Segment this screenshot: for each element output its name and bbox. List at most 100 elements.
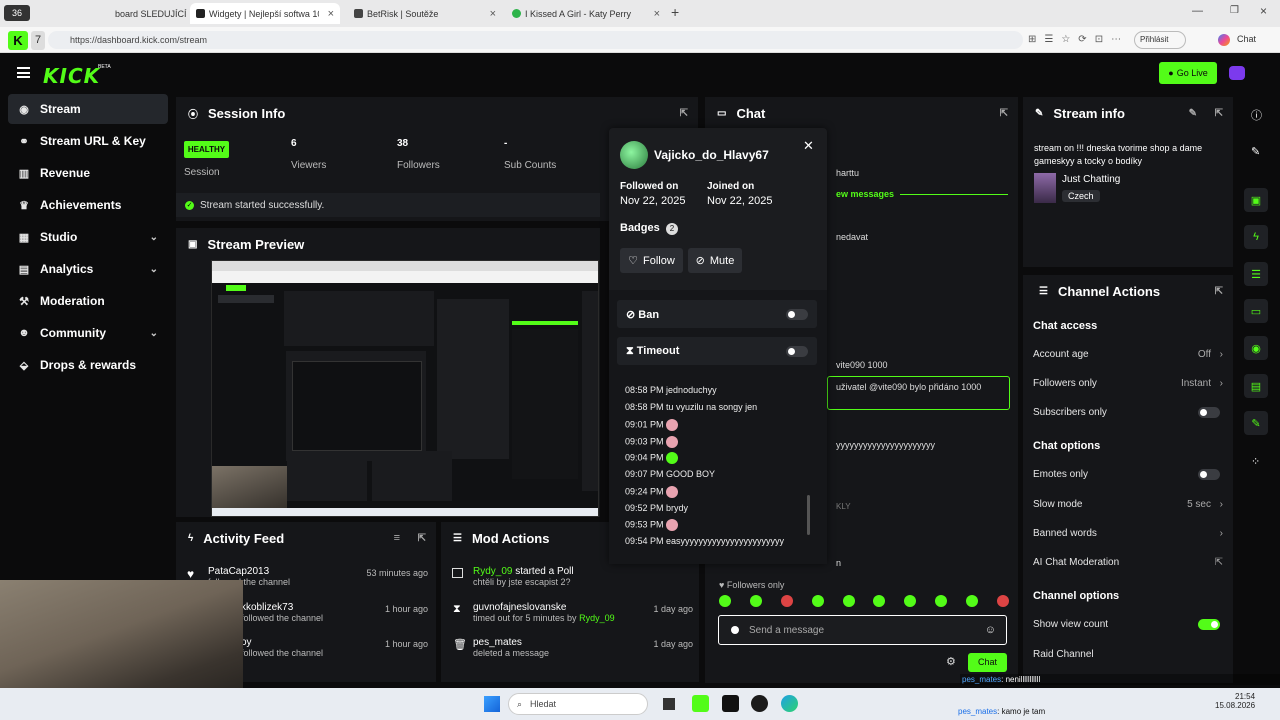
taskbar-search[interactable]: ⌕ Hledat [508,693,648,715]
kick-app-icon[interactable] [692,695,709,712]
emote-icon[interactable] [904,595,917,607]
close-tab-icon[interactable]: × [654,8,660,20]
activity-item[interactable]: oy followed the channel 1 hour ago [241,637,428,658]
slow-mode-row[interactable]: Slow mode 5 sec › [1033,496,1223,512]
go-live-button[interactable]: ● Go Live [1159,62,1217,84]
popout-icon[interactable]: ⇱ [418,533,426,544]
follow-button[interactable]: ♡ Follow [620,248,683,273]
kick-logo[interactable]: KICK [43,64,100,88]
filter-icon[interactable]: ≡ [394,532,400,544]
edit-icon[interactable]: ✎ [1189,108,1197,119]
copilot-label[interactable]: Chat [1237,34,1256,44]
close-tab-icon[interactable]: × [490,8,496,20]
popout-icon[interactable]: ⇱ [1215,108,1223,119]
minimize-icon[interactable]: — [1192,5,1203,17]
popout-icon[interactable]: ⇱ [1215,286,1223,297]
activity-item[interactable]: kkoblizek73 followed the channel 1 hour … [241,602,428,623]
toolbar-icons[interactable]: ⊞☰☆⟳⊡⋯ [1028,34,1129,45]
app-icon[interactable] [722,695,739,712]
kick-favicon-icon[interactable]: K [8,31,28,50]
sidebar-item-achievements[interactable]: ♛ Achievements [8,190,168,220]
copilot-icon[interactable] [1218,34,1230,46]
mod-action-item[interactable]: Rydy_09 started a Poll chtěli by jste es… [473,566,693,587]
ban-toggle[interactable] [786,309,808,320]
new-tab-icon[interactable]: + [671,4,679,20]
url-field[interactable]: https://dashboard.kick.com/stream [48,31,1023,49]
emote-icon[interactable] [749,595,762,607]
restore-icon[interactable]: ❐ [1230,5,1239,16]
browser-tab-active[interactable]: Widgety | Nejlepší softwa 100 vyj × [190,3,340,24]
chat-send-button[interactable]: Chat [968,653,1007,672]
sidebar-item-studio[interactable]: ▦ Studio ⌄ [8,222,168,252]
stream-preview-video[interactable] [211,260,599,517]
account-age-row[interactable]: Account age Off › [1033,346,1223,362]
emote-icon[interactable] [873,595,886,607]
sidebar-item-moderation[interactable]: ⚒ Moderation [8,286,168,316]
mute-button[interactable]: ⊘ Mute [688,248,742,273]
stat-subs: - Sub Counts [504,138,556,171]
profile-button[interactable]: Přihlásit [1134,31,1186,49]
emoji-icon[interactable]: ☺ [985,624,996,636]
avatar[interactable] [1229,66,1245,80]
menu-icon[interactable] [17,67,30,78]
emote-icon[interactable] [842,595,855,607]
close-window-icon[interactable]: × [1260,4,1267,18]
followers-only-row[interactable]: Followers only Instant › [1033,375,1223,391]
raid-channel-row[interactable]: Raid Channel [1033,646,1223,662]
rail-chat-icon[interactable]: ▭ [1244,299,1268,323]
mod-action-item[interactable]: pes_mates deleted a message 1 day ago [473,637,693,658]
followed-date: Nov 22, 2025 [620,195,686,207]
sidebar-item-revenue[interactable]: ▥ Revenue [8,158,168,188]
more-icon[interactable]: ⁘ [1251,455,1260,468]
chat-input[interactable]: Send a message ☺ [718,615,1007,645]
banned-words-row[interactable]: Banned words › [1033,525,1223,541]
rail-wrench-icon[interactable]: ✎ [1244,411,1268,435]
subscribers-only-toggle[interactable] [1198,407,1220,418]
extension-icon[interactable]: 7 [31,31,45,50]
rail-stack-icon[interactable]: ▤ [1244,374,1268,398]
mod-detail-user: Rydy_09 [579,613,615,623]
info-icon[interactable]: ⓘ [1251,107,1262,123]
emote-icon[interactable] [811,595,824,607]
emote-icon[interactable] [780,595,793,607]
ai-moderation-row[interactable]: AI Chat Moderation ⇱ [1033,554,1223,570]
browser-tab[interactable]: BetRisk | Soutěže × [350,3,500,24]
rail-list-icon[interactable]: ☰ [1244,262,1268,286]
emotes-only-toggle[interactable] [1198,469,1220,480]
task-view-icon[interactable] [663,698,675,710]
gear-icon[interactable]: ⚙ [946,655,956,668]
emote-icon[interactable] [966,595,978,607]
rail-preview-icon[interactable]: ▣ [1244,188,1268,212]
emote-icon[interactable] [719,595,731,607]
scrollbar[interactable] [807,495,810,535]
close-icon[interactable]: ✕ [803,138,814,154]
popout-icon[interactable]: ⇱ [1000,108,1008,119]
rail-broadcast-icon[interactable]: ◉ [1244,336,1268,360]
sidebar-item-analytics[interactable]: ▤ Analytics ⌄ [8,254,168,284]
category-name[interactable]: Just Chatting [1062,174,1120,185]
gift-icon: ⬙ [19,359,29,372]
obs-app-icon[interactable] [751,695,768,712]
show-view-count-toggle[interactable] [1198,619,1220,630]
edge-app-icon[interactable] [781,695,798,712]
browser-tab[interactable]: board SLEDUJÍCÍ [115,3,188,24]
windows-start-icon[interactable] [484,696,500,712]
message-log-item: 09:52 PM brydy [625,503,689,513]
sidebar-item-community[interactable]: ☻ Community ⌄ [8,318,168,348]
rail-lightning-icon[interactable]: ϟ [1244,225,1268,249]
popout-icon[interactable]: ⇱ [680,108,688,119]
chat-message: n [836,558,842,568]
sidebar-item-drops-rewards[interactable]: ⬙ Drops & rewards [8,350,168,380]
sidebar-item-stream-url-key[interactable]: ⚭ Stream URL & Key [8,126,168,156]
taskbar-clock[interactable]: 21:54 15.08.2026 [1215,692,1255,710]
timeout-toggle[interactable] [786,346,808,357]
pencil-icon[interactable]: ✎ [1251,145,1260,158]
emote-icon[interactable] [996,595,1009,607]
close-tab-icon[interactable]: × [328,8,334,20]
mod-action-item[interactable]: guvnofajneslovanske timed out for 5 minu… [473,602,693,623]
browser-tab[interactable]: I Kissed A Girl - Katy Perry × [508,3,664,24]
user-name[interactable]: Vajicko_do_Hlavy67 [654,148,769,162]
emote-icon[interactable] [935,595,948,607]
sidebar-item-stream[interactable]: ◉ Stream [8,94,168,124]
tab-counter[interactable]: 36 [4,5,30,21]
